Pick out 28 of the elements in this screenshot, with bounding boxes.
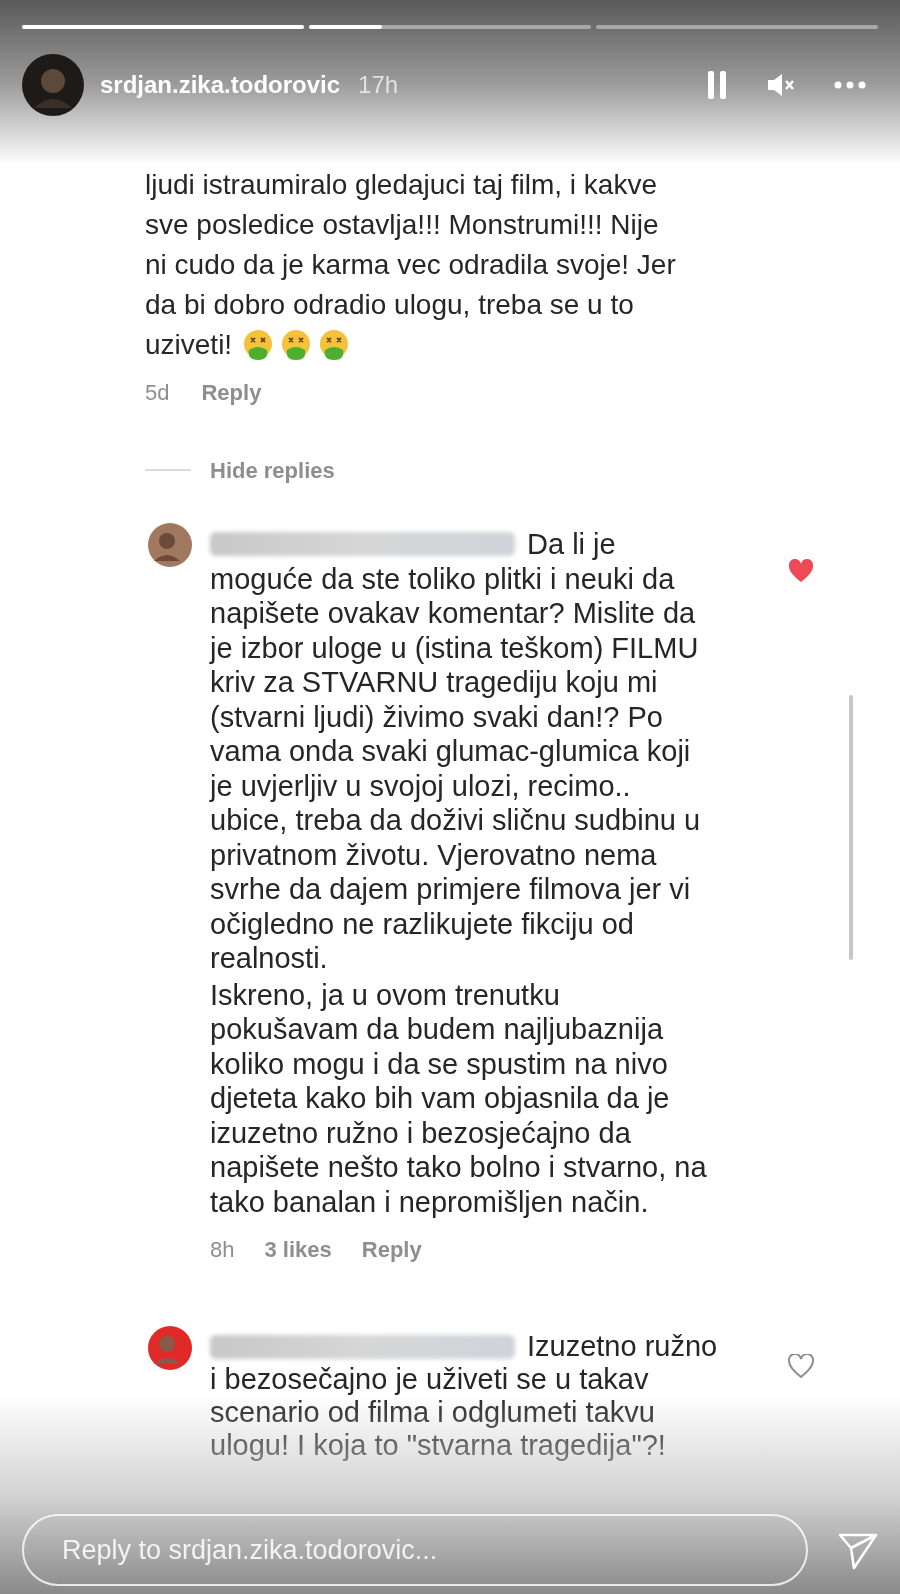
pause-icon[interactable] [706,69,728,101]
mute-icon[interactable] [766,72,796,98]
comment-text: uziveti! [145,328,233,362]
comment-text: Izuzetno ružno [527,1330,718,1363]
likes-count: 3 likes [264,1235,332,1264]
reply-link[interactable]: Reply [361,1232,422,1266]
reply-field[interactable]: Reply to srdjan.zika.todorovic... [22,1514,808,1586]
avatar[interactable] [22,54,84,116]
post-time: 17h [358,70,399,100]
comment-time: 5d [145,378,170,407]
hide-replies-button[interactable]: Hide replies [210,453,335,487]
reply-link[interactable]: Reply [201,375,262,409]
scrollbar[interactable] [849,695,853,960]
like-heart-icon[interactable] [788,559,814,583]
comment-text: moguće da ste toliko plitki i neuki da napišete ovakav komentar? Mislite da je izbor uloge u (istina teškom) FILMU kriv za STVARNU tragediju koju mi (stvarni ljudi) živimo svaki dan!? Po vama onda svaki glumac-glumica koji je uvjerljiv u svojoj ulozi, recimo.. ubice, treba da doživi sličnu sudbinu u privatnom životu. Vjerovatno nema svrhe da dajem primjere filmova jer vi očigledno ne razlikujete fikciju od realnosti. [210,561,702,976]
comment-text: Iskreno, ja u ovom trenutku pokušavam da budem najljubaznija koliko mogu i da se spustim na nivo djeteta kako bih vam objasnila da je izuzetno ružno i bezosjećajno da napišete nešto tako bolno i stvarno, na tako banalan i nepromišljen način. [210,977,708,1219]
username[interactable]: srdjan.zika.todorovic [100,67,341,103]
more-icon[interactable] [834,81,866,89]
nauseated-face-icon [280,329,313,361]
like-heart-icon[interactable] [788,1354,814,1378]
comment-text: i bezosečajno je uživeti se u takav scenario od filma i odglumeti takvu ulogu! I koja to "stvarna tragedija"?! [210,1363,667,1462]
avatar[interactable] [148,1326,192,1370]
comment-text: Da li je [527,527,616,562]
nauseated-face-icon [318,329,351,361]
avatar[interactable] [148,523,192,567]
send-icon[interactable] [838,1532,878,1570]
nauseated-face-icon [242,329,275,361]
comment-time: 8h [210,1235,235,1264]
